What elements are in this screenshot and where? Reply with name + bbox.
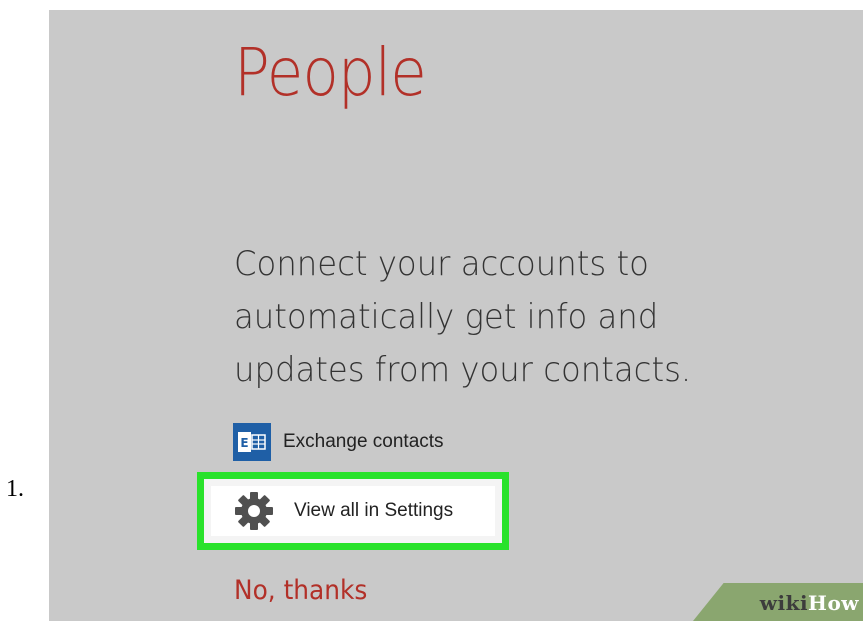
page-title: People: [234, 34, 427, 111]
gear-icon: [235, 492, 273, 530]
wikihow-watermark: wikiHow: [673, 583, 863, 621]
no-thanks-link[interactable]: No, thanks: [234, 575, 367, 606]
connect-accounts-message: Connect your accounts to automatically g…: [234, 238, 804, 397]
svg-text:E: E: [240, 436, 248, 450]
message-line: automatically get info and: [234, 297, 659, 337]
message-line: updates from your contacts.: [234, 350, 692, 390]
people-app-screen: People Connect your accounts to automati…: [49, 10, 863, 621]
view-all-in-settings-button[interactable]: View all in Settings: [211, 486, 495, 536]
message-line: Connect your accounts to: [234, 244, 649, 284]
step-number: 1.: [6, 476, 24, 502]
exchange-icon: E: [233, 423, 271, 461]
watermark-wiki: wiki: [759, 591, 809, 615]
view-all-in-settings-label: View all in Settings: [294, 500, 454, 521]
settings-highlight-box: View all in Settings: [197, 472, 509, 550]
exchange-contacts-label: Exchange contacts: [283, 431, 444, 452]
watermark-how: How: [808, 591, 859, 615]
exchange-contacts-item[interactable]: E Exchange contacts: [233, 420, 444, 464]
watermark-text: wikiHow: [760, 591, 859, 615]
